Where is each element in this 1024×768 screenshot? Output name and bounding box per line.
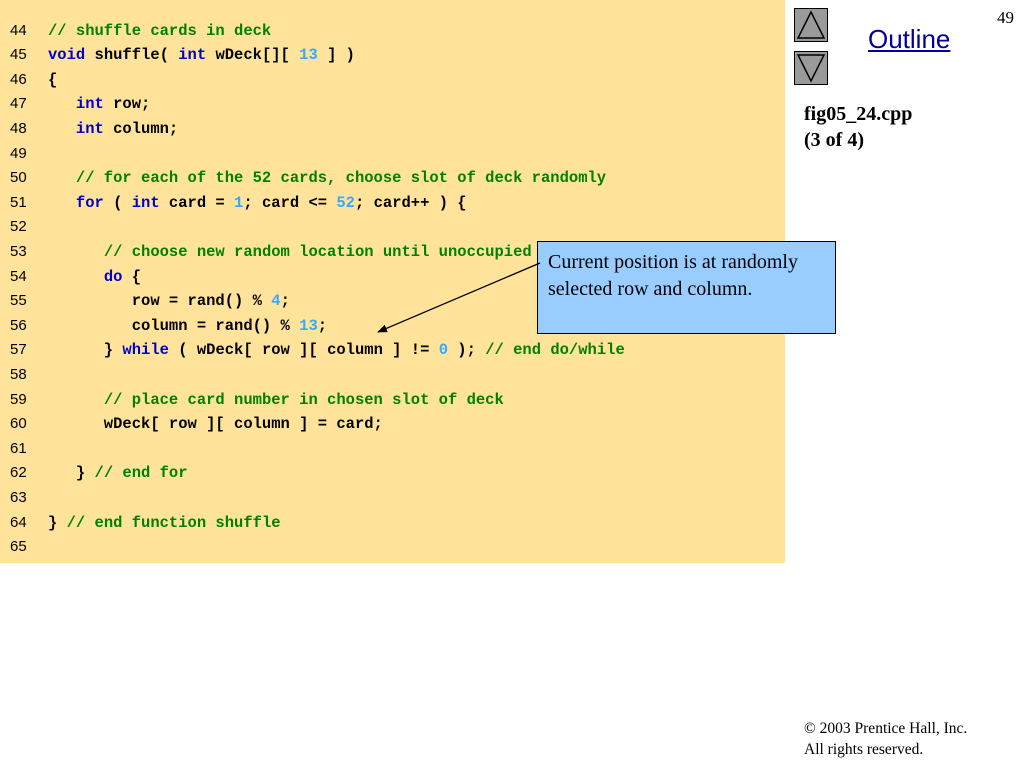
code-text: } // end function shuffle (48, 511, 281, 536)
code-token-plain: ); (448, 341, 486, 360)
code-text: do { (48, 265, 141, 290)
code-token-comment: // end do/while (485, 341, 625, 360)
code-text: // place card number in chosen slot of d… (48, 388, 504, 413)
figure-title: fig05_24.cpp (3 of 4) (804, 101, 912, 153)
code-token-plain: ] ) (317, 46, 355, 65)
line-number: 57 (10, 341, 27, 359)
code-token-kw: int (131, 193, 160, 212)
previous-slide-button[interactable] (794, 8, 828, 42)
code-token-kw: do (103, 267, 123, 286)
code-token-plain: shuffle( (85, 46, 179, 65)
code-token-kw: int (75, 119, 104, 138)
line-number: 51 (10, 193, 27, 211)
code-token-plain: } (48, 341, 123, 360)
code-token-kw: int (75, 95, 104, 114)
code-token-kw: for (75, 193, 104, 212)
code-text: int row; (48, 92, 150, 117)
code-token-num: 4 (271, 292, 281, 311)
code-token-plain: wDeck[ row ][ column ] = card; (48, 415, 383, 434)
line-number: 59 (10, 390, 27, 408)
part-indicator: (3 of 4) (804, 129, 864, 151)
line-number: 64 (10, 513, 27, 531)
line-number: 60 (10, 415, 27, 433)
code-token-num: 52 (336, 193, 355, 212)
code-token-plain: wDeck[][ (206, 46, 300, 65)
code-token-plain: ; (280, 292, 290, 311)
code-token-plain: ( wDeck[ row ][ column ] != (168, 341, 439, 360)
file-name: fig05_24.cpp (804, 103, 913, 125)
line-number: 45 (10, 46, 27, 64)
code-token-comment: // end for (94, 464, 188, 483)
copyright-notice: © 2003 Prentice Hall, Inc. All rights re… (804, 718, 967, 760)
line-number: 55 (10, 292, 27, 310)
rights-line: All rights reserved. (804, 741, 924, 758)
code-token-comment: // end function shuffle (66, 513, 281, 532)
code-token-comment: // shuffle cards in deck (48, 21, 272, 40)
code-text: column = rand() % 13; (48, 314, 327, 339)
code-token-kw: while (122, 341, 169, 360)
code-token-plain: row = rand() % (48, 292, 272, 311)
code-text: void shuffle( int wDeck[][ 13 ] ) (48, 43, 355, 68)
line-number: 50 (10, 169, 27, 187)
code-token-plain: column = rand() % (48, 316, 300, 335)
slide-number: 49 (997, 8, 1014, 27)
line-number: 54 (10, 267, 27, 285)
code-token-plain: ; (317, 316, 328, 335)
code-text: } while ( wDeck[ row ][ column ] != 0 );… (48, 338, 625, 363)
code-token-num: 13 (299, 316, 318, 335)
copyright-line: © 2003 Prentice Hall, Inc. (804, 720, 968, 737)
line-number: 44 (10, 21, 27, 39)
code-token-num: 1 (234, 193, 244, 212)
code-token-plain: ( (103, 193, 132, 212)
code-token-plain: { (48, 70, 58, 89)
down-triangle-icon (796, 54, 826, 83)
code-text: // shuffle cards in deck (48, 19, 271, 44)
line-number: 56 (10, 316, 27, 334)
line-number: 53 (10, 242, 27, 260)
code-text: int column; (48, 117, 178, 142)
code-token-plain: column; (103, 119, 179, 138)
line-number: 62 (10, 464, 27, 482)
line-number: 46 (10, 70, 27, 88)
code-token-kw: void (48, 46, 86, 65)
line-number: 48 (10, 119, 27, 137)
code-text: // for each of the 52 cards, choose slot… (48, 166, 606, 191)
line-number: 61 (10, 439, 27, 457)
code-token-comment: // for each of the 52 cards, choose slot… (75, 169, 607, 188)
code-token-comment: // place card number in chosen slot of d… (103, 390, 504, 409)
code-text: row = rand() % 4; (48, 289, 290, 314)
code-token-plain: { (122, 267, 142, 286)
outline-link[interactable]: Outline (868, 24, 950, 55)
code-token-plain: ; card <= (243, 193, 337, 212)
code-token-plain: } (48, 513, 67, 532)
code-token-plain: row; (103, 95, 151, 114)
next-slide-button[interactable] (794, 51, 828, 85)
line-number: 52 (10, 218, 27, 236)
code-token-plain: card = (159, 193, 235, 212)
callout-box: Current position is at randomly selected… (537, 241, 836, 334)
code-token-num: 13 (299, 46, 318, 65)
code-text: } // end for (48, 461, 188, 486)
code-text: wDeck[ row ][ column ] = card; (48, 412, 383, 437)
code-token-plain: } (48, 464, 95, 483)
line-number: 63 (10, 488, 27, 506)
up-triangle-icon (796, 10, 826, 39)
line-number: 47 (10, 95, 27, 113)
code-text: for ( int card = 1; card <= 52; card++ )… (48, 191, 467, 216)
code-text: { (48, 68, 57, 93)
line-number: 49 (10, 144, 27, 162)
line-number: 65 (10, 538, 27, 556)
code-token-num: 0 (438, 341, 448, 360)
line-number: 58 (10, 365, 27, 383)
code-token-kw: int (178, 46, 207, 65)
code-token-plain: ; card++ ) { (354, 193, 467, 212)
